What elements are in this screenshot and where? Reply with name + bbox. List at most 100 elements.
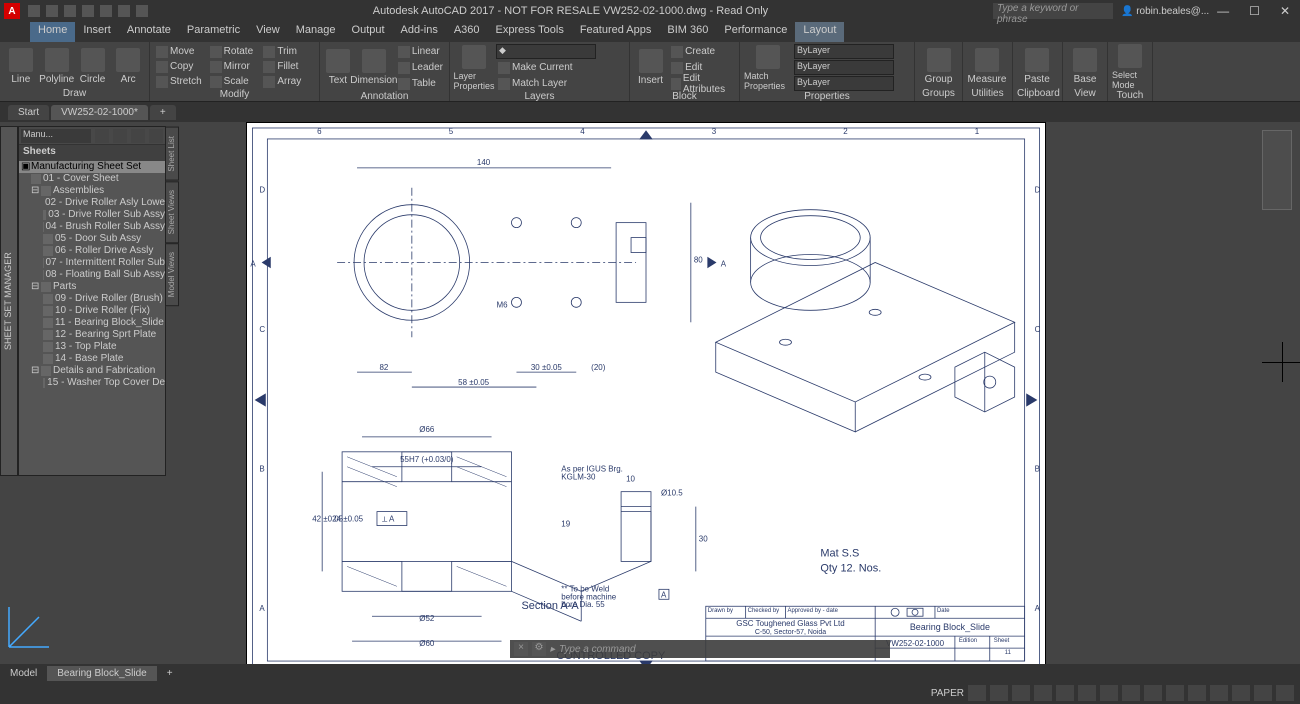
group-button[interactable]: Group <box>919 44 958 88</box>
mirror-button[interactable]: Mirror <box>208 59 262 74</box>
cmdline-opts-icon[interactable]: ⚙ <box>532 642 546 656</box>
status-btn[interactable] <box>1210 685 1228 701</box>
ss-item[interactable]: 07 - Intermittent Roller Sub <box>19 257 165 269</box>
tab-new[interactable]: + <box>150 105 176 120</box>
status-btn[interactable] <box>1276 685 1294 701</box>
circle-button[interactable]: Circle <box>76 44 110 88</box>
copy-button[interactable]: Copy <box>154 59 208 74</box>
tab-layout[interactable]: Layout <box>795 22 844 42</box>
sheet-set-manager-label[interactable]: SHEET SET MANAGER <box>0 126 18 476</box>
tab-featured-apps[interactable]: Featured Apps <box>572 22 660 42</box>
tab-add-ins[interactable]: Add-ins <box>393 22 446 42</box>
tab-insert[interactable]: Insert <box>75 22 119 42</box>
tab-manage[interactable]: Manage <box>288 22 344 42</box>
color-combo[interactable]: ByLayer <box>794 44 894 59</box>
status-btn[interactable] <box>1056 685 1074 701</box>
paste-button[interactable]: Paste <box>1017 44 1057 88</box>
rotate-button[interactable]: Rotate <box>208 44 262 59</box>
tab-parametric[interactable]: Parametric <box>179 22 248 42</box>
ss-combo[interactable]: Manu... <box>21 129 91 143</box>
ss-btn[interactable] <box>149 129 163 143</box>
app-logo[interactable]: A <box>4 3 20 19</box>
lineweight-combo[interactable]: ByLayer <box>794 60 894 75</box>
layout-tab-active[interactable]: Bearing Block_Slide <box>47 666 157 681</box>
ss-tab-sheet-views[interactable]: Sheet Views <box>165 181 179 243</box>
close-button[interactable]: ✕ <box>1280 4 1290 18</box>
qat-btn[interactable] <box>118 5 130 17</box>
status-btn[interactable] <box>1034 685 1052 701</box>
command-line[interactable]: × ⚙ ▸Type a command <box>510 640 890 658</box>
linear-button[interactable]: Linear <box>396 44 445 59</box>
tab-start[interactable]: Start <box>8 105 49 120</box>
scale-button[interactable]: Scale <box>208 74 262 89</box>
match-layer-button[interactable]: Match Layer <box>496 76 596 91</box>
ss-item[interactable]: 14 - Base Plate <box>19 353 165 365</box>
line-button[interactable]: Line <box>4 44 38 88</box>
ss-item[interactable]: 03 - Drive Roller Sub Assy <box>19 209 165 221</box>
paper-toggle[interactable]: PAPER <box>931 688 964 699</box>
tab-a360[interactable]: A360 <box>446 22 488 42</box>
ss-btn[interactable] <box>95 129 109 143</box>
qat-btn[interactable] <box>100 5 112 17</box>
qat-btn[interactable] <box>82 5 94 17</box>
ss-item[interactable]: 11 - Bearing Block_Slide <box>19 317 165 329</box>
status-btn[interactable] <box>968 685 986 701</box>
tab-file[interactable]: VW252-02-1000* <box>51 105 148 120</box>
tab-output[interactable]: Output <box>344 22 393 42</box>
ss-item[interactable]: 09 - Drive Roller (Brush) <box>19 293 165 305</box>
status-btn[interactable] <box>1100 685 1118 701</box>
ss-btn[interactable] <box>131 129 145 143</box>
ss-tab-model-views[interactable]: Model Views <box>165 243 179 306</box>
status-btn[interactable] <box>1166 685 1184 701</box>
make-current-button[interactable]: Make Current <box>496 60 596 75</box>
edit-attributes-button[interactable]: Edit Attributes <box>669 76 735 91</box>
ss-item[interactable]: 05 - Door Sub Assy <box>19 233 165 245</box>
select-mode-button[interactable]: Select Mode <box>1112 44 1148 90</box>
ss-item[interactable]: ⊟Parts <box>19 281 165 293</box>
dimension-button[interactable]: Dimension <box>354 44 394 91</box>
table-button[interactable]: Table <box>396 76 445 91</box>
tab-home[interactable]: Home <box>30 22 75 42</box>
tab-express-tools[interactable]: Express Tools <box>488 22 572 42</box>
ss-item[interactable]: 15 - Washer Top Cover De <box>19 377 165 389</box>
measure-button[interactable]: Measure <box>967 44 1007 88</box>
tab-performance[interactable]: Performance <box>716 22 795 42</box>
ss-tab-sheet-list[interactable]: Sheet List <box>165 127 179 181</box>
trim-button[interactable]: Trim <box>261 44 315 59</box>
base-button[interactable]: Base <box>1067 44 1103 88</box>
status-btn[interactable] <box>1122 685 1140 701</box>
ss-item[interactable]: 08 - Floating Ball Sub Assy <box>19 269 165 281</box>
insert-button[interactable]: Insert <box>634 44 667 91</box>
qat-btn[interactable] <box>28 5 40 17</box>
polyline-button[interactable]: Polyline <box>40 44 74 88</box>
ss-btn[interactable] <box>113 129 127 143</box>
qat-btn[interactable] <box>64 5 76 17</box>
ss-item[interactable]: 02 - Drive Roller Asly Lowe <box>19 197 165 209</box>
qat-btn[interactable] <box>136 5 148 17</box>
layout-tab-model[interactable]: Model <box>0 666 47 681</box>
stretch-button[interactable]: Stretch <box>154 74 208 89</box>
fillet-button[interactable]: Fillet <box>261 59 315 74</box>
move-button[interactable]: Move <box>154 44 208 59</box>
maximize-button[interactable]: ☐ <box>1249 4 1260 18</box>
linetype-combo[interactable]: ByLayer <box>794 76 894 91</box>
ss-item[interactable]: 04 - Brush Roller Sub Assy <box>19 221 165 233</box>
ss-item[interactable]: 01 - Cover Sheet <box>19 173 165 185</box>
status-btn[interactable] <box>1232 685 1250 701</box>
status-btn[interactable] <box>1078 685 1096 701</box>
layout-tab-new[interactable]: + <box>157 666 183 681</box>
status-btn[interactable] <box>1144 685 1162 701</box>
layer-properties-button[interactable]: Layer Properties <box>454 44 494 91</box>
ss-item[interactable]: ⊟Details and Fabrication <box>19 365 165 377</box>
status-btn[interactable] <box>1254 685 1272 701</box>
view-cube[interactable] <box>1262 130 1292 210</box>
cmdline-close-icon[interactable]: × <box>514 642 528 656</box>
ss-item[interactable]: 12 - Bearing Sprt Plate <box>19 329 165 341</box>
array-button[interactable]: Array <box>261 74 315 89</box>
text-button[interactable]: Text <box>324 44 352 91</box>
status-btn[interactable] <box>990 685 1008 701</box>
ss-item[interactable]: 13 - Top Plate <box>19 341 165 353</box>
ss-item[interactable]: 06 - Roller Drive Assly <box>19 245 165 257</box>
tab-annotate[interactable]: Annotate <box>119 22 179 42</box>
tab-view[interactable]: View <box>248 22 288 42</box>
